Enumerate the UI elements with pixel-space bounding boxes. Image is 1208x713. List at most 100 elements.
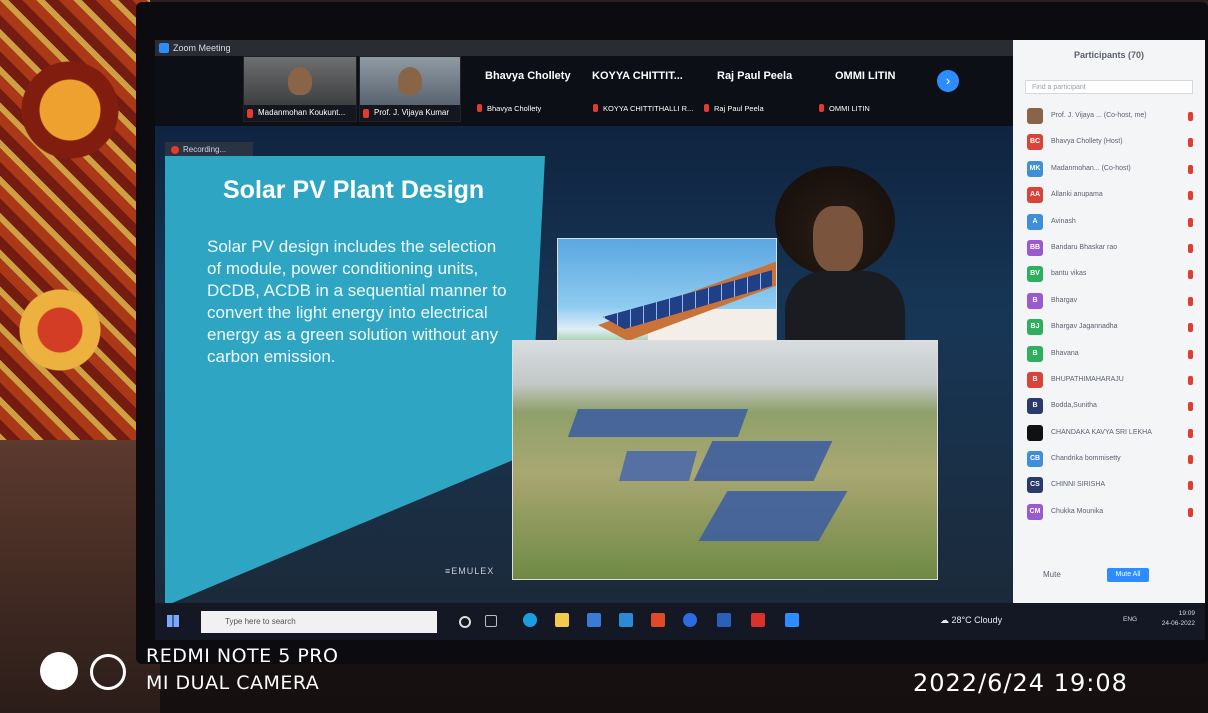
meeting-stage: Madanmohan Koukunt... Prof. J. Vijaya Ku… [155, 56, 1013, 603]
mic-muted-icon[interactable] [1188, 243, 1193, 253]
participant-row[interactable]: Prof. J. Vijaya ... (Co-host, me) [1023, 104, 1199, 130]
participants-actions: Mute Mute All [1013, 568, 1205, 588]
taskbar-clock[interactable]: 19:09 24-06-2022 [1162, 609, 1195, 629]
participant-row[interactable]: BC Bhavya Chollety (Host) [1023, 130, 1199, 156]
participant-name: BHUPATHIMAHARAJU [1051, 375, 1124, 383]
watermark-circle-filled [40, 652, 78, 690]
avatar: B [1027, 398, 1043, 415]
name-tile-ommi-label: OMMI LITIN [819, 104, 870, 113]
name-tile-bhavya[interactable]: Bhavya Chollety [485, 70, 571, 82]
solar-farm-aerial-image [512, 340, 938, 580]
mic-muted-icon[interactable] [1188, 296, 1193, 306]
mic-muted-icon[interactable] [1188, 270, 1193, 280]
slide-title: Solar PV Plant Design [223, 176, 485, 204]
mic-muted-icon[interactable] [1188, 481, 1193, 491]
avatar: A [1027, 213, 1043, 230]
mic-muted-icon[interactable] [1188, 164, 1193, 174]
chevron-right-icon[interactable]: › [937, 70, 959, 92]
name-tile-rajpaul[interactable]: Raj Paul Peela [717, 70, 792, 82]
mute-button[interactable]: Mute [1043, 570, 1061, 579]
participant-row[interactable]: MK Madanmohan... (Co-host) [1023, 157, 1199, 183]
word-icon[interactable] [717, 613, 731, 627]
mail-icon[interactable] [619, 613, 633, 627]
avatar [1027, 108, 1043, 124]
emulex-brand: ≡EMULEX [445, 566, 495, 576]
mic-muted-icon[interactable] [1188, 217, 1193, 227]
participant-row[interactable]: B Bodda,Sunitha [1023, 394, 1199, 420]
mic-muted-icon[interactable] [1188, 402, 1193, 412]
weather-text: 28°C Cloudy [951, 615, 1003, 625]
windows-taskbar: Type here to search ☁ 28°C Cloudy ENG 19… [155, 603, 1205, 640]
mic-muted-icon[interactable] [1188, 507, 1193, 517]
participant-name: Avinash [1051, 217, 1076, 225]
avatar: B [1027, 371, 1043, 388]
avatar: BB [1027, 239, 1043, 256]
cortana-icon[interactable] [459, 616, 471, 628]
store-icon[interactable] [587, 613, 601, 627]
mic-muted-icon[interactable] [1188, 375, 1193, 385]
shared-slide: Recording... Solar PV Plant Design Solar… [155, 126, 1013, 603]
name-tile-ommi[interactable]: OMMI LITIN [835, 70, 896, 82]
office-icon[interactable] [651, 613, 665, 627]
file-explorer-icon[interactable] [555, 613, 569, 627]
avatar: B [1027, 292, 1043, 309]
chrome-icon[interactable] [683, 613, 697, 627]
language-indicator[interactable]: ENG [1123, 616, 1137, 623]
camera-watermark-datetime: 2022/6/24 19:08 [913, 669, 1128, 697]
participant-face [288, 67, 312, 95]
task-view-icon[interactable] [485, 615, 497, 627]
participant-row[interactable]: AA Allanki anupama [1023, 183, 1199, 209]
participant-search-input[interactable]: Find a participant [1025, 80, 1193, 94]
wall-tapestry [0, 0, 150, 470]
mic-muted-icon[interactable] [1188, 349, 1193, 359]
edge-icon[interactable] [523, 613, 537, 627]
mute-all-button[interactable]: Mute All [1107, 568, 1149, 582]
participant-row[interactable]: CHANDAKA KAVYA SRI LEKHA [1023, 421, 1199, 447]
participant-row[interactable]: B Bhargav [1023, 289, 1199, 315]
mic-muted-icon[interactable] [1188, 191, 1193, 201]
mic-muted-icon [593, 104, 598, 112]
participant-row[interactable]: BJ Bhargav Jagannadha [1023, 315, 1199, 341]
solar-field [567, 409, 749, 437]
zoom-icon[interactable] [785, 613, 799, 627]
participant-row[interactable]: CM Chukka Mounika [1023, 500, 1199, 526]
video-tile-madanmohan[interactable]: Madanmohan Koukunt... [243, 56, 357, 122]
recording-indicator[interactable]: Recording... [165, 142, 253, 158]
participant-row[interactable]: CB Chandrika bommisetty [1023, 447, 1199, 473]
participant-row[interactable]: BB Bandaru Bhaskar rao [1023, 236, 1199, 262]
video-tile-vijaya[interactable]: Prof. J. Vijaya Kumar [359, 56, 461, 122]
taskbar-search-input[interactable]: Type here to search [201, 611, 437, 633]
tile-name-text: Madanmohan Koukunt... [258, 108, 346, 117]
weather-widget[interactable]: ☁ 28°C Cloudy [940, 615, 1002, 626]
participant-name: bantu vikas [1051, 270, 1087, 278]
mic-muted-icon[interactable] [1188, 112, 1193, 121]
video-tile-name: Madanmohan Koukunt... [244, 105, 356, 121]
person-face [813, 206, 863, 272]
participant-row[interactable]: B BHUPATHIMAHARAJU [1023, 368, 1199, 394]
mic-muted-icon[interactable] [1188, 138, 1193, 148]
participants-panel: Participants (70) Find a participant Pro… [1013, 40, 1205, 603]
participant-row[interactable]: BV bantu vikas [1023, 262, 1199, 288]
mic-muted-icon[interactable] [1188, 428, 1193, 438]
solar-field [693, 441, 833, 481]
zoom-logo-icon [159, 43, 169, 53]
participant-name: CHINNI SIRISHA [1051, 481, 1106, 489]
participant-row[interactable]: B Bhavana [1023, 342, 1199, 368]
avatar: BC [1027, 134, 1043, 151]
brand-text: EMULEX [451, 566, 495, 576]
photo-background: Zoom Meeting Madanmohan Koukunt... Prof.… [0, 0, 1208, 713]
slide-page-number: 28 [810, 582, 824, 596]
mic-muted-icon[interactable] [1188, 455, 1193, 465]
name-tile-koyya[interactable]: KOYYA CHITTIT... [592, 70, 683, 82]
participant-row[interactable]: CS CHINNI SIRISHA [1023, 473, 1199, 499]
camera-watermark-text: REDMI NOTE 5 PRO MI DUAL CAMERA [146, 643, 338, 697]
participant-name: CHANDAKA KAVYA SRI LEKHA [1051, 428, 1152, 436]
acrobat-icon[interactable] [751, 613, 765, 627]
participant-row[interactable]: A Avinash [1023, 210, 1199, 236]
slide-text-panel [165, 156, 545, 603]
mic-muted-icon[interactable] [1188, 323, 1193, 333]
avatar: AA [1027, 187, 1043, 204]
windows-start-icon[interactable] [167, 615, 179, 627]
name-tile-bhavya-label: Bhavya Chollety [477, 104, 541, 113]
participant-name: Bhargav [1051, 296, 1078, 304]
